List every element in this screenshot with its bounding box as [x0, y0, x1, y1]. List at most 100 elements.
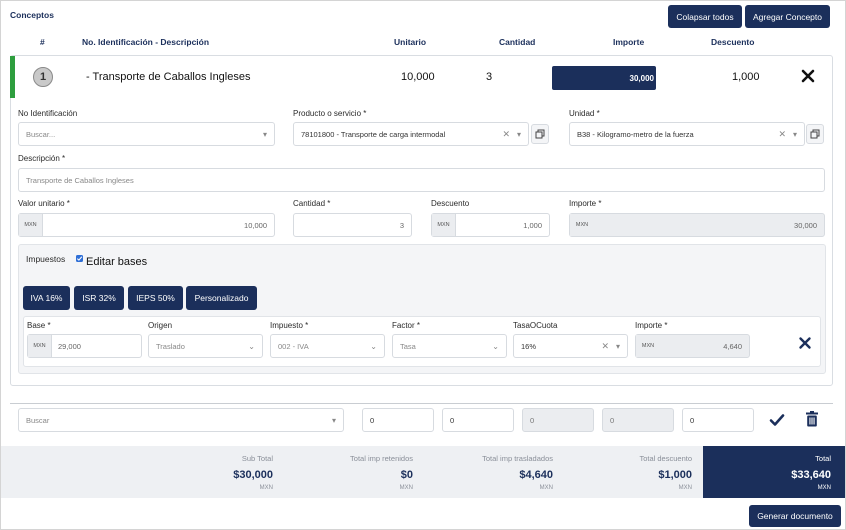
tax-amount-label: Importe * — [635, 321, 668, 330]
collapse-all-button[interactable]: Colapsar todos — [668, 5, 742, 28]
chevron-down-icon: ▾ — [792, 130, 797, 139]
discount-total-currency: MXN — [678, 485, 692, 491]
tax-origin-value: Traslado — [156, 341, 185, 351]
tax-base-value: 29,000 — [58, 341, 81, 351]
concept-amount-field[interactable]: 30,000 — [552, 66, 656, 90]
chevron-down-icon: ⌄ — [370, 342, 377, 351]
trash-icon[interactable] — [805, 411, 819, 427]
clear-icon[interactable]: ✕ — [502, 129, 510, 140]
unit-value: B38 - Kilogramo-metro de la fuerza — [577, 129, 694, 139]
id-search-placeholder: Buscar... — [26, 129, 56, 139]
taxes-title: Impuestos — [26, 254, 66, 264]
new-discount-value: 0 — [610, 415, 615, 425]
product-select[interactable]: 78101800 - Transporte de carga intermoda… — [293, 122, 529, 146]
concept-index-badge: 1 — [33, 67, 53, 87]
discount-total-value: $1,000 — [658, 469, 692, 481]
new-amount-input: 0 — [522, 408, 594, 432]
section-title: Conceptos — [10, 10, 54, 20]
subtotal-currency: MXN — [259, 485, 273, 491]
new-unit-value: 0 — [370, 415, 375, 425]
tax-base-label: Base * — [27, 321, 51, 330]
tax-tax-label: Impuesto * — [270, 321, 309, 330]
discount-value: 1,000 — [523, 220, 542, 230]
col-id-description: No. Identificación - Descripción — [82, 37, 210, 47]
chevron-down-icon: ▾ — [615, 342, 620, 351]
col-number: # — [40, 37, 45, 47]
quantity-input[interactable]: 3 — [293, 213, 412, 237]
tax-factor-select[interactable]: Tasa ⌄ — [392, 334, 507, 358]
tax-factor-label: Factor * — [392, 321, 421, 330]
quantity-value: 3 — [399, 220, 404, 230]
discount-total-label: Total descuento — [639, 454, 692, 463]
tax-origin-label: Origen — [148, 321, 173, 330]
tax-rate-label: TasaOCuota — [513, 321, 558, 330]
confirm-check-icon[interactable] — [769, 413, 785, 427]
new-unit-input[interactable]: 0 — [362, 408, 434, 432]
unit-value-input[interactable]: MXN 10,000 — [18, 213, 275, 237]
transferred-label: Total imp trasladados — [482, 454, 553, 463]
unit-label: Unidad * — [569, 109, 600, 118]
unit-value-label: Valor unitario * — [18, 199, 70, 208]
chevron-down-icon: ▾ — [262, 130, 267, 139]
currency-prefix: MXN — [19, 214, 43, 236]
unit-select[interactable]: B38 - Kilogramo-metro de la fuerza ✕ ▾ — [569, 122, 805, 146]
product-label: Producto o servicio * — [293, 109, 367, 118]
edit-bases-checkbox[interactable] — [76, 255, 83, 262]
new-extra-input[interactable]: 0 — [682, 408, 754, 432]
new-qty-input[interactable]: 0 — [442, 408, 514, 432]
remove-concept-icon[interactable] — [800, 68, 816, 84]
id-search-select[interactable]: Buscar... ▾ — [18, 122, 275, 146]
remove-tax-icon[interactable] — [798, 336, 812, 350]
transferred-currency: MXN — [539, 485, 553, 491]
unit-value-value: 10,000 — [244, 220, 267, 230]
col-discount: Descuento — [711, 37, 755, 47]
copy-product-icon[interactable] — [531, 124, 549, 144]
discount-label: Descuento — [431, 199, 470, 208]
col-amount: Importe — [613, 37, 645, 47]
preset-custom-button[interactable]: Personalizado — [186, 286, 257, 310]
grand-total-currency: MXN — [817, 485, 831, 491]
concept-title[interactable]: - Transporte de Caballos Ingleses — [86, 71, 250, 83]
generate-document-button[interactable]: Generar documento — [749, 505, 841, 527]
add-concept-button[interactable]: Agregar Concepto — [745, 5, 830, 28]
tax-rate-value: 16% — [521, 341, 537, 351]
tax-origin-select[interactable]: Traslado ⌄ — [148, 334, 263, 358]
tax-tax-select[interactable]: 002 - IVA ⌄ — [270, 334, 385, 358]
divider — [10, 403, 833, 404]
new-qty-value: 0 — [450, 415, 455, 425]
currency-prefix: MXN — [432, 214, 456, 236]
preset-ieps-button[interactable]: IEPS 50% — [128, 286, 183, 310]
tax-tax-value: 002 - IVA — [278, 341, 309, 351]
preset-isr-button[interactable]: ISR 32% — [74, 286, 124, 310]
new-concept-search[interactable]: Buscar ▾ — [18, 408, 344, 432]
withheld-value: $0 — [400, 469, 413, 481]
grand-total-value: $33,640 — [791, 469, 831, 481]
concept-accent-bar — [10, 56, 15, 98]
amount-input: MXN 30,000 — [569, 213, 825, 237]
tax-factor-value: Tasa — [400, 341, 416, 351]
clear-icon[interactable]: ✕ — [601, 341, 609, 352]
id-label: No Identificación — [18, 109, 78, 118]
chevron-down-icon: ▾ — [331, 416, 336, 425]
concept-unit-price: 10,000 — [401, 71, 435, 83]
description-label: Descripción * — [18, 154, 66, 163]
transferred-value: $4,640 — [519, 469, 553, 481]
description-input[interactable]: Transporte de Caballos Ingleses — [18, 168, 825, 192]
edit-bases-label[interactable]: Editar bases — [86, 256, 147, 268]
chevron-down-icon: ▾ — [516, 130, 521, 139]
discount-input[interactable]: MXN 1,000 — [431, 213, 550, 237]
description-value: Transporte de Caballos Ingleses — [26, 175, 134, 185]
tax-rate-select[interactable]: 16% ✕ ▾ — [513, 334, 628, 358]
clear-icon[interactable]: ✕ — [778, 129, 786, 140]
tax-amount-input: MXN 4,640 — [635, 334, 750, 358]
amount-value: 30,000 — [794, 220, 817, 230]
chevron-down-icon: ⌄ — [492, 342, 499, 351]
col-quantity: Cantidad — [499, 37, 536, 47]
tax-base-input[interactable]: MXN 29,000 — [27, 334, 142, 358]
currency-prefix: MXN — [636, 335, 660, 357]
copy-unit-icon[interactable] — [806, 124, 824, 144]
withheld-label: Total imp retenidos — [350, 454, 413, 463]
product-value: 78101800 - Transporte de carga intermoda… — [301, 129, 446, 139]
subtotal-label: Sub Total — [241, 454, 273, 463]
preset-iva-button[interactable]: IVA 16% — [23, 286, 70, 310]
